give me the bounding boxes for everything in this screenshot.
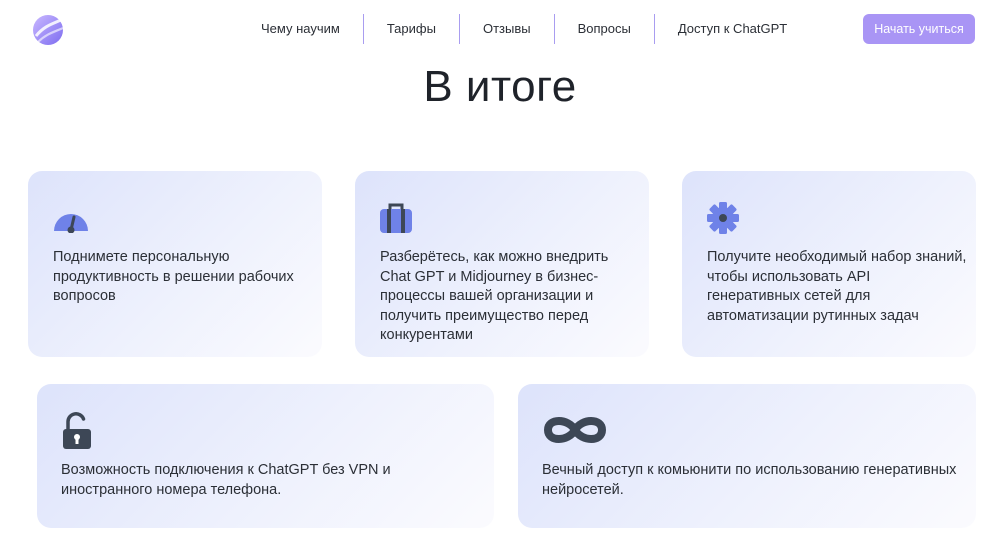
section-title: В итоге: [423, 62, 577, 111]
main-nav: Чему научим Тарифы Отзывы Вопросы Доступ…: [238, 13, 810, 45]
nav-item-reviews[interactable]: Отзывы: [460, 13, 554, 45]
card-text: Поднимете персональную продуктивность в …: [53, 249, 294, 304]
result-card-no-vpn: Возможность подключения к ChatGPT без VP…: [37, 384, 494, 528]
briefcase-icon: [380, 203, 412, 233]
card-text: Вечный доступ к комьюнити по использован…: [542, 462, 957, 498]
result-card-api: Получите необходимый набор знаний, чтобы…: [682, 171, 976, 357]
result-card-community: Вечный доступ к комьюнити по использован…: [518, 384, 976, 528]
result-card-business: Разберётесь, как можно внедрить Chat GPT…: [355, 171, 649, 357]
card-text: Возможность подключения к ChatGPT без VP…: [61, 462, 391, 498]
nav-item-what-we-teach[interactable]: Чему научим: [238, 13, 363, 45]
infinity-icon: [544, 417, 606, 443]
logo-icon[interactable]: [30, 12, 66, 48]
speedometer-icon: [54, 214, 88, 233]
nav-item-pricing[interactable]: Тарифы: [364, 13, 459, 45]
card-text: Разберётесь, как можно внедрить Chat GPT…: [380, 249, 609, 343]
start-learning-button[interactable]: Начать учиться: [863, 14, 975, 44]
unlocked-padlock-icon: [63, 412, 91, 449]
gear-icon: [707, 202, 739, 234]
nav-item-questions[interactable]: Вопросы: [555, 13, 654, 45]
site-header: Чему научим Тарифы Отзывы Вопросы Доступ…: [0, 0, 1000, 58]
nav-item-chatgpt-access[interactable]: Доступ к ChatGPT: [655, 13, 810, 45]
card-text: Получите необходимый набор знаний, чтобы…: [707, 249, 967, 324]
result-card-productivity: Поднимете персональную продуктивность в …: [28, 171, 322, 357]
